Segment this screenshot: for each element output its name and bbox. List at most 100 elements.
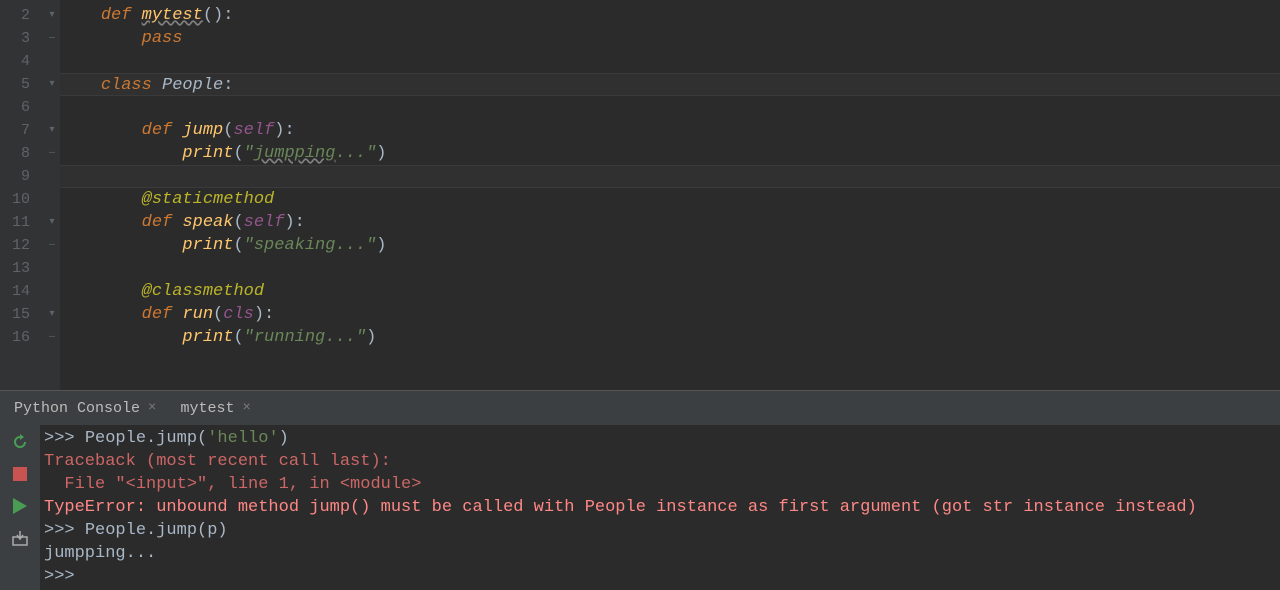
code-token: run [182,305,213,324]
line-number: 8 [0,142,30,165]
code-line[interactable] [60,165,1280,188]
code-line[interactable]: @staticmethod [60,188,1280,211]
console-span: ) [279,429,289,448]
code-token: def [142,213,183,232]
tab-label: mytest [180,400,234,417]
code-token: ): [284,213,304,232]
fold-toggle[interactable]: ▾ [44,4,60,27]
code-editor[interactable]: def mytest(): pass class People: def jum… [60,0,1280,390]
line-number: 5 [0,73,30,96]
fold-toggle[interactable]: ▾ [44,211,60,234]
fold-toggle[interactable]: ▾ [44,73,60,96]
fold-toggle[interactable]: — [44,27,60,50]
code-line[interactable]: @classmethod [60,280,1280,303]
code-token: def [142,305,183,324]
editor-area: 2345678910111213141516 ▾—▾▾—▾—▾— def myt… [0,0,1280,390]
line-number: 7 [0,119,30,142]
fold-toggle[interactable]: — [44,326,60,349]
code-token: speak [182,213,233,232]
line-number: 13 [0,257,30,280]
code-token: People [162,76,223,95]
console-toolbar [0,425,40,590]
code-line[interactable]: print("running...") [60,326,1280,349]
rerun-icon[interactable] [9,431,31,453]
code-line[interactable] [60,96,1280,119]
code-token: jump [182,121,223,140]
code-line[interactable]: def jump(self): [60,119,1280,142]
code-token: : [223,76,233,95]
code-token: class [101,76,162,95]
fold-toggle[interactable]: ▾ [44,119,60,142]
line-number: 15 [0,303,30,326]
code-line[interactable]: def run(cls): [60,303,1280,326]
code-token: "speaking..." [244,236,377,255]
code-line[interactable]: pass [60,27,1280,50]
console-span: TypeError: unbound method jump() must be… [44,498,1197,517]
code-token: @staticmethod [142,190,275,209]
code-token: print [182,236,233,255]
code-token: ): [254,305,274,324]
console-span: >>> [44,567,85,586]
console-span: People.jump(p) [85,521,228,540]
code-token: ) [376,236,386,255]
tab-mytest[interactable]: mytest × [166,391,260,425]
code-line[interactable]: def speak(self): [60,211,1280,234]
code-token: pass [142,29,183,48]
fold-toggle[interactable]: ▾ [44,303,60,326]
code-line[interactable]: class People: [60,73,1280,96]
console-output[interactable]: >>> People.jump('hello') Traceback (most … [40,425,1280,590]
code-line[interactable]: print("jumpping...") [60,142,1280,165]
code-token: self [244,213,285,232]
code-token: ): [274,121,294,140]
code-line[interactable]: def mytest(): [60,4,1280,27]
code-token: self [233,121,274,140]
console-line: >>> [44,565,1276,588]
code-line[interactable] [60,257,1280,280]
line-number: 3 [0,27,30,50]
console-span: Traceback (most recent call last): [44,452,391,471]
line-number: 6 [0,96,30,119]
line-number: 9 [0,165,30,188]
line-number: 10 [0,188,30,211]
export-icon[interactable] [9,527,31,549]
close-icon[interactable]: × [148,400,156,416]
fold-empty [44,96,60,119]
line-number: 11 [0,211,30,234]
bottom-panel: Python Console × mytest × >>> People.jum… [0,390,1280,588]
close-icon[interactable]: × [242,400,250,416]
console-tabs: Python Console × mytest × [0,391,1280,425]
code-token: print [182,328,233,347]
line-number: 12 [0,234,30,257]
code-token: @classmethod [142,282,264,301]
code-line[interactable] [60,50,1280,73]
fold-empty [44,280,60,303]
fold-column: ▾—▾▾—▾—▾— [44,0,60,390]
fold-empty [44,165,60,188]
console-span: >>> [44,521,85,540]
code-line[interactable]: print("speaking...") [60,234,1280,257]
console-span: >>> [44,429,85,448]
console-span: File "<input>", line 1, in <module> [44,475,421,494]
code-token: ( [233,144,243,163]
code-token: cls [223,305,254,324]
console-line: jumpping... [44,542,1276,565]
console-line: >>> People.jump('hello') [44,427,1276,450]
code-token: print [182,144,233,163]
code-token: ) [366,328,376,347]
code-token: "running..." [244,328,366,347]
code-token: ( [233,236,243,255]
run-icon[interactable] [9,495,31,517]
code-token: ( [213,305,223,324]
stop-icon[interactable] [9,463,31,485]
line-number: 16 [0,326,30,349]
tab-python-console[interactable]: Python Console × [0,391,166,425]
code-token: ( [233,328,243,347]
code-token: (): [203,6,234,25]
code-token: ) [376,144,386,163]
console-line: TypeError: unbound method jump() must be… [44,496,1276,519]
fold-toggle[interactable]: — [44,142,60,165]
fold-empty [44,50,60,73]
fold-toggle[interactable]: — [44,234,60,257]
code-token: ..." [335,144,376,163]
console-line: >>> People.jump(p) [44,519,1276,542]
